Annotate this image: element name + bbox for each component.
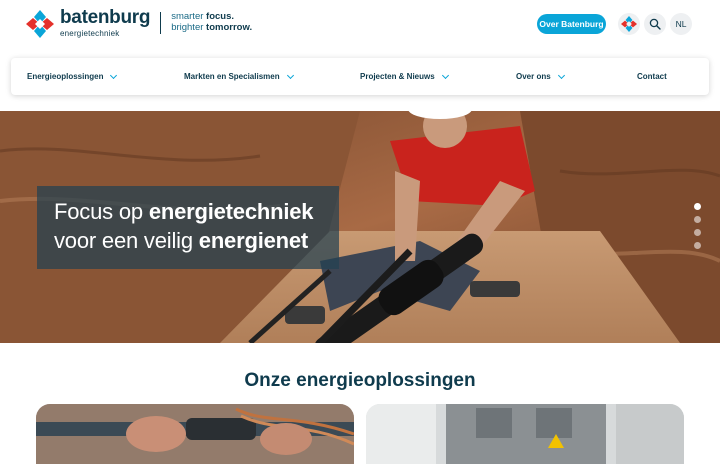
tagline-part: brighter (171, 22, 207, 33)
slider-dot[interactable] (694, 242, 701, 249)
over-batenburg-button[interactable]: Over Batenburg (537, 14, 606, 34)
hero-headline-part: Focus op (54, 199, 149, 224)
batenburg-logo-icon (26, 10, 54, 38)
hero-banner: Focus op energietechniek voor een veilig… (0, 111, 720, 343)
tagline: smarter focus. brighter tomorrow. (171, 11, 252, 33)
hero-headline-part: energietechniek (148, 199, 314, 224)
chevron-down-icon (110, 71, 118, 79)
nav-item-contact[interactable]: Contact (637, 58, 667, 95)
solution-card-image (36, 404, 354, 464)
nav-item-label: Projecten & Nieuws (360, 72, 435, 81)
slider-dot[interactable] (694, 216, 701, 223)
solution-card[interactable] (366, 404, 684, 464)
hero-headline-part: voor een veilig (54, 228, 199, 253)
search-icon (649, 18, 661, 30)
nav-item-label: Markten en Specialismen (184, 72, 280, 81)
nav-item-label: Energieoplossingen (27, 72, 104, 81)
tagline-part: tomorrow. (206, 22, 253, 33)
slider-dot[interactable] (694, 203, 701, 210)
chevron-down-icon (557, 71, 565, 79)
nav-item-over-ons[interactable]: Over ons (516, 58, 565, 95)
search-button[interactable] (644, 13, 666, 35)
hero-headline-box: Focus op energietechniek voor een veilig… (37, 186, 339, 269)
logo[interactable]: batenburg energietechniek smarter focus.… (26, 8, 252, 38)
site-header: batenburg energietechniek smarter focus.… (0, 0, 720, 52)
logo-subtitle: energietechniek (60, 29, 120, 38)
main-navigation: Energieoplossingen Markten en Specialism… (11, 58, 709, 95)
nav-item-markten[interactable]: Markten en Specialismen (184, 58, 294, 95)
nav-item-label: Over ons (516, 72, 551, 81)
nav-item-projecten[interactable]: Projecten & Nieuws (360, 58, 449, 95)
slider-pagination (694, 203, 701, 255)
language-button[interactable]: NL (670, 13, 692, 35)
hero-headline-line-1: Focus op energietechniek (54, 199, 314, 225)
hero-headline-line-2: voor een veilig energienet (54, 228, 308, 254)
brand-mark-button[interactable] (618, 13, 640, 35)
tagline-part: smarter (171, 11, 207, 22)
nav-item-energieoplossingen[interactable]: Energieoplossingen (27, 58, 118, 95)
solutions-title: Onze energieoplossingen (244, 370, 476, 391)
batenburg-mark-icon (621, 16, 637, 32)
solution-card[interactable] (36, 404, 354, 464)
logo-name: batenburg (60, 7, 151, 28)
chevron-down-icon (286, 71, 294, 79)
tagline-part: focus. (206, 11, 235, 22)
chevron-down-icon (441, 71, 449, 79)
slider-dot[interactable] (694, 229, 701, 236)
solution-card-image (366, 404, 684, 464)
nav-item-label: Contact (637, 72, 667, 81)
logo-divider (160, 12, 162, 34)
hero-headline-part: energienet (198, 228, 309, 253)
